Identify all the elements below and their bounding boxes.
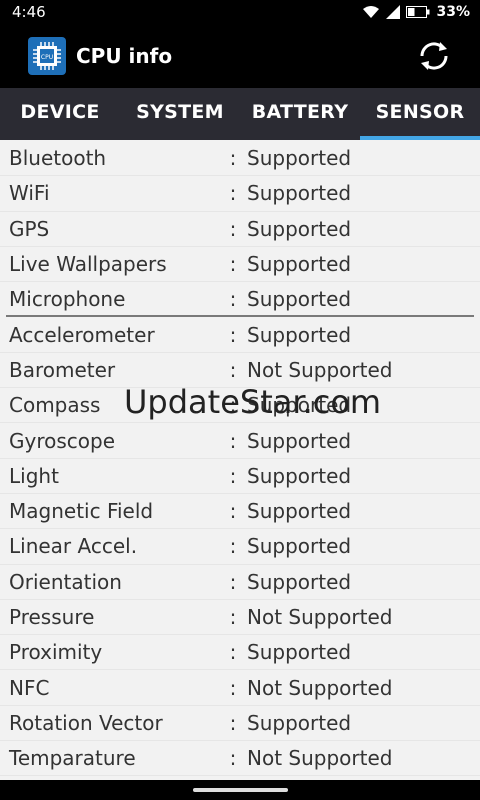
tab-system[interactable]: SYSTEM	[120, 88, 240, 140]
row-value: Supported	[247, 534, 352, 559]
row-value: Supported	[247, 252, 352, 277]
row-separator: :	[229, 181, 237, 206]
status-icons: 33%	[362, 4, 470, 20]
tab-sensor[interactable]: SENSOR	[360, 88, 480, 140]
row-value: Supported	[247, 463, 352, 488]
list-item: Bluetooth: Supported	[0, 141, 480, 177]
row-separator: :	[229, 428, 237, 453]
row-label: Microphone	[9, 286, 126, 311]
tab-device[interactable]: DEVICE	[0, 88, 120, 140]
row-value: Not Supported	[247, 605, 393, 629]
list-item: Compass: Supported	[0, 388, 480, 424]
row-value: Supported	[247, 499, 352, 524]
row-value: Supported	[247, 640, 352, 665]
row-separator: :	[229, 534, 237, 559]
list-item: Light: Supported	[0, 459, 480, 494]
row-separator: :	[229, 146, 237, 171]
list-item: Live Wallpapers: Supported	[0, 247, 480, 283]
row-label: WiFi	[9, 181, 50, 206]
row-label: NFC	[9, 675, 50, 700]
row-separator: :	[229, 357, 237, 382]
row-value: Supported	[247, 428, 352, 453]
row-value: Supported	[247, 710, 352, 735]
app-brand: CPU CPU info	[28, 37, 172, 75]
row-separator: :	[229, 710, 237, 735]
row-separator: :	[229, 605, 237, 629]
row-separator: :	[229, 286, 237, 311]
row-separator: :	[229, 746, 237, 771]
home-indicator[interactable]	[192, 788, 288, 792]
list-item: Temparature: Not Supported	[0, 741, 480, 777]
row-label: Orientation	[9, 569, 122, 594]
row-separator: :	[229, 216, 237, 241]
row-label: Bluetooth	[9, 146, 107, 171]
navigation-bar	[0, 780, 480, 800]
row-value: Supported	[247, 286, 352, 311]
tab-battery[interactable]: BATTERY	[240, 88, 360, 140]
row-separator: :	[229, 463, 237, 488]
row-separator: :	[229, 569, 237, 594]
status-bar: 4:46 33%	[0, 0, 480, 24]
signal-icon	[386, 5, 401, 19]
refresh-icon[interactable]	[416, 38, 452, 74]
list-item: Magnetic Field: Supported	[0, 494, 480, 530]
list-item: Gyroscope: Supported	[0, 423, 480, 459]
row-label: Gyroscope	[9, 428, 116, 453]
row-label: Barometer	[9, 357, 116, 382]
row-separator: :	[229, 640, 237, 665]
row-separator: :	[229, 252, 237, 277]
list-item: Barometer: Not Supported	[0, 353, 480, 389]
row-value: Supported	[247, 181, 352, 206]
list-item: Proximity: Supported	[0, 635, 480, 671]
row-label: Compass	[9, 393, 101, 418]
list-item: Accelerometer: Supported	[0, 317, 480, 353]
battery-percent: 33%	[436, 4, 470, 20]
row-label: Light	[9, 463, 59, 488]
app-icon-text: CPU	[41, 54, 53, 61]
row-separator: :	[229, 322, 237, 347]
list-item: GPS: Supported	[0, 212, 480, 247]
list-item: Rotation Vector: Supported	[0, 706, 480, 742]
cpu-chip-icon: CPU	[28, 37, 66, 75]
row-label: Magnetic Field	[9, 499, 154, 524]
row-label: Linear Accel.	[9, 534, 138, 559]
row-value: Supported	[247, 569, 352, 594]
row-separator: :	[229, 393, 237, 418]
row-value: Supported	[247, 146, 352, 171]
row-label: Rotation Vector	[9, 710, 163, 735]
wifi-icon	[363, 6, 380, 18]
tab-bar: DEVICE SYSTEM BATTERY SENSOR	[0, 88, 480, 140]
list-item: NFC: Not Supported	[0, 670, 480, 706]
row-value: Supported	[247, 216, 352, 241]
app-bar: CPU CPU info	[0, 24, 480, 88]
battery-icon	[406, 6, 430, 18]
list-item: Linear Accel.: Supported	[0, 529, 480, 565]
row-label: Live Wallpapers	[9, 252, 167, 277]
row-separator: :	[229, 499, 237, 524]
row-value: Supported	[247, 393, 352, 418]
list-item: Pressure: Not Supported	[0, 600, 480, 636]
list-item: Orientation: Supported	[0, 565, 480, 600]
row-label: Proximity	[9, 640, 103, 665]
row-value: Not Supported	[247, 675, 393, 700]
sensor-list[interactable]: Bluetooth: Supported WiFi: Supported GPS: S…	[0, 141, 480, 780]
row-label: GPS	[9, 216, 50, 241]
row-label: Accelerometer	[9, 322, 155, 347]
row-value: Not Supported	[247, 746, 393, 771]
app-title: CPU info	[76, 44, 173, 68]
row-label: Pressure	[9, 605, 95, 629]
row-label: Temparature	[9, 746, 136, 771]
status-time: 4:46	[12, 3, 46, 21]
row-value: Supported	[247, 322, 352, 347]
list-item: Microphone: Supported	[6, 282, 474, 318]
row-value: Not Supported	[247, 357, 393, 382]
list-item: WiFi: Supported	[0, 176, 480, 212]
row-separator: :	[229, 675, 237, 700]
